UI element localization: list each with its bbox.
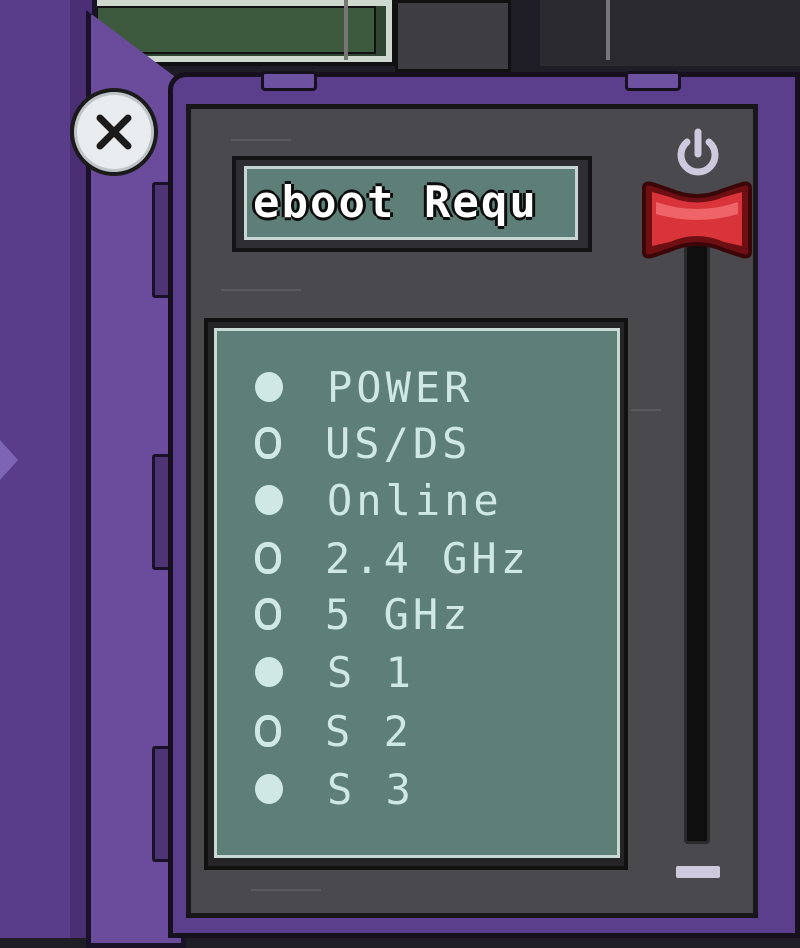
- scratch-mark: [251, 889, 321, 891]
- title-scroll-text: eboot Requ: [253, 177, 538, 228]
- side-arrow-icon: [0, 440, 18, 480]
- background-wire: [606, 0, 610, 60]
- status-label: 2.4 GHz: [325, 533, 531, 583]
- status-led-icon: [255, 657, 283, 687]
- status-row-us-ds: US/DS: [255, 415, 471, 471]
- power-lever-track: [684, 232, 710, 844]
- scratch-mark: [221, 289, 301, 291]
- status-row-s1: S 1: [255, 644, 415, 700]
- status-row-s3: S 3: [255, 761, 415, 817]
- status-led-icon: [255, 774, 283, 804]
- status-row-online: Online: [255, 472, 503, 528]
- status-label: Online: [327, 475, 503, 525]
- frame-clip: [261, 71, 317, 91]
- status-row-2-4ghz: 2.4 GHz: [255, 530, 530, 586]
- status-label: POWER: [327, 362, 474, 412]
- power-icon: [677, 128, 719, 176]
- status-led-icon: [255, 372, 283, 402]
- frame-clip: [625, 71, 681, 91]
- status-led-icon: [255, 542, 281, 574]
- status-led-icon: [255, 715, 281, 747]
- background-wall: [540, 0, 800, 66]
- status-row-power: POWER: [255, 359, 473, 415]
- status-row-s2: S 2: [255, 703, 413, 759]
- status-led-icon: [255, 427, 281, 459]
- close-icon: [96, 114, 132, 150]
- status-led-icon: [255, 598, 281, 630]
- status-label: US/DS: [325, 418, 472, 468]
- status-led-icon: [255, 485, 283, 515]
- status-label: S 3: [327, 764, 415, 814]
- title-display: eboot Requ: [244, 166, 578, 240]
- scratch-mark: [231, 139, 291, 141]
- status-label: 5 GHz: [325, 589, 472, 639]
- scratch-mark: [631, 409, 661, 411]
- power-lever-handle[interactable]: [640, 180, 754, 260]
- lever-stop-marker: [676, 866, 720, 878]
- status-row-5ghz: 5 GHz: [255, 586, 471, 642]
- background-machinery: [395, 0, 511, 72]
- close-button[interactable]: [70, 88, 158, 176]
- background-monitor-screen: [96, 6, 376, 54]
- status-panel: POWER US/DS Online 2.4 GHz 5 GHz S 1 S 2…: [214, 328, 620, 858]
- status-label: S 2: [325, 706, 413, 756]
- status-label: S 1: [327, 647, 415, 697]
- background-wire: [344, 0, 348, 60]
